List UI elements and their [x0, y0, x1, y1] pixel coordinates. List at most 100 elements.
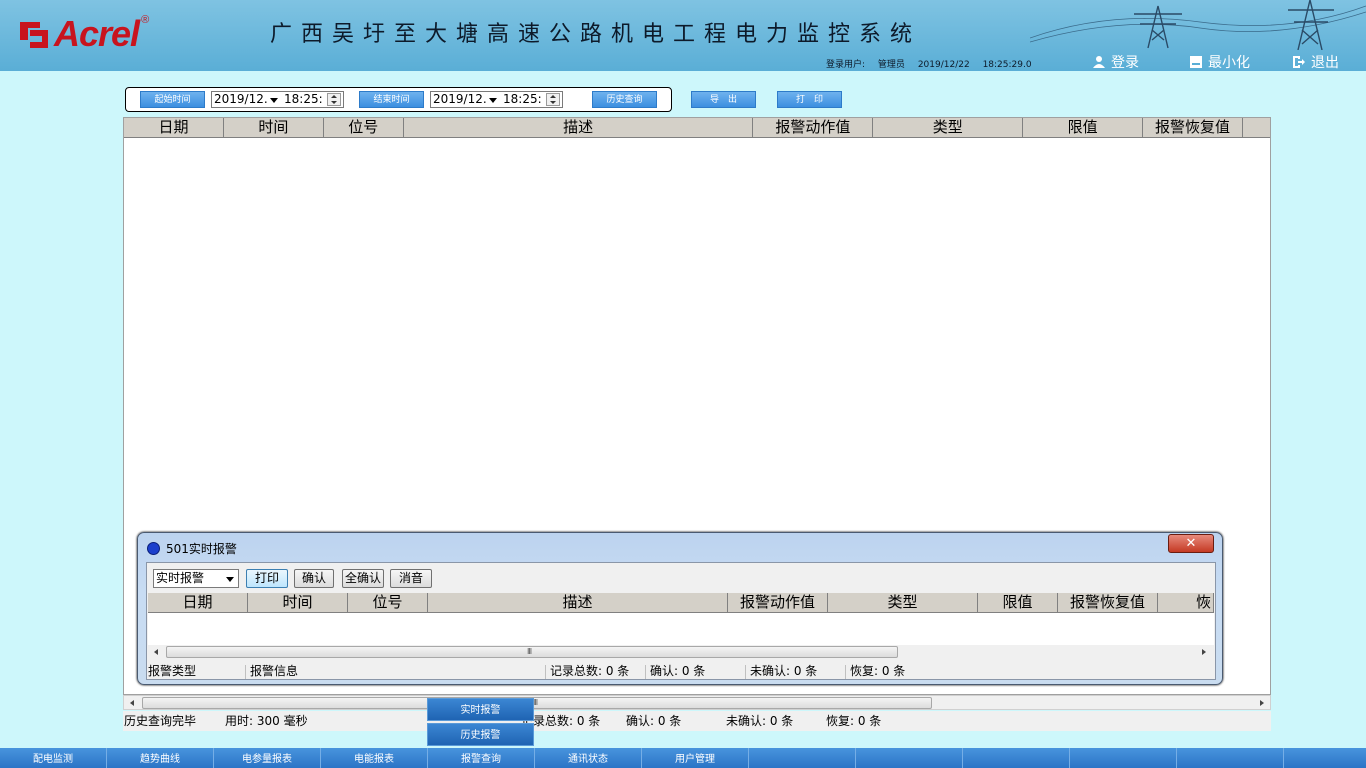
login-label: 登录: [1111, 55, 1139, 71]
column-header-date[interactable]: 日期: [124, 118, 224, 138]
status-recovered: 恢复: 0 条: [826, 714, 882, 728]
alarm-info-label: 报警信息: [250, 664, 299, 678]
start-datetime-picker[interactable]: 2019/12. 18:25:: [211, 91, 344, 108]
alarm-window-icon: [147, 542, 160, 555]
column-header-recovery-value[interactable]: 报警恢复值: [1143, 118, 1243, 138]
exit-button[interactable]: 退出: [1292, 52, 1339, 72]
minimize-button[interactable]: 最小化: [1189, 52, 1250, 72]
nav-item-energy-report[interactable]: 电能报表: [321, 748, 428, 768]
power-tower-icon: [1030, 0, 1366, 50]
popup-print-button[interactable]: 打印: [246, 569, 288, 588]
confirm-button[interactable]: 确认: [294, 569, 334, 588]
time-spinner-icon[interactable]: [327, 93, 341, 106]
column-header-description[interactable]: 描述: [428, 593, 728, 613]
export-button[interactable]: 导 出: [691, 91, 756, 108]
start-date-value: 2019/12.: [214, 92, 268, 106]
popup-table-header: 日期 时间 位号 描述 报警动作值 类型 限值 报警恢复值 恢: [148, 593, 1214, 613]
nav-item-comm-status[interactable]: 通讯状态: [535, 748, 642, 768]
end-time-value: 18:25:: [503, 92, 542, 106]
system-title: 广西吴圩至大塘高速公路机电工程电力监控系统: [270, 22, 922, 47]
scrollbar-thumb[interactable]: III: [166, 646, 898, 658]
login-button[interactable]: 登录: [1092, 52, 1139, 72]
chevron-down-icon[interactable]: [270, 98, 278, 103]
scrollbar-thumb[interactable]: III: [142, 697, 932, 709]
column-header-type[interactable]: 类型: [873, 118, 1024, 138]
nav-item-alarm-query[interactable]: 报警查询: [428, 748, 535, 768]
submenu-realtime-alarm[interactable]: 实时报警: [427, 698, 534, 721]
confirm-all-button[interactable]: 全确认: [342, 569, 384, 588]
nav-item-trend-curve[interactable]: 趋势曲线: [107, 748, 214, 768]
column-header-time[interactable]: 时间: [248, 593, 348, 613]
login-info: 登录用户: 管理员 2019/12/22 18:25:29.0: [826, 57, 1042, 70]
column-header-recovery-time[interactable]: 恢: [1158, 593, 1214, 613]
nav-item-distribution-monitor[interactable]: 配电监测: [0, 748, 107, 768]
submenu-history-alarm[interactable]: 历史报警: [427, 723, 534, 746]
start-time-value: 18:25:: [284, 92, 323, 106]
status-message: 历史查询完毕: [124, 714, 197, 728]
main-horizontal-scrollbar[interactable]: III: [123, 695, 1271, 710]
current-time: 18:25:29.0: [982, 60, 1032, 70]
bottom-navigation: 配电监测 趋势曲线 电参量报表 电能报表 报警查询 通讯状态 用户管理: [0, 748, 1366, 768]
nav-item-empty[interactable]: [1070, 748, 1177, 768]
column-header-description[interactable]: 描述: [403, 118, 754, 138]
history-query-button[interactable]: 历史查询: [592, 91, 657, 108]
end-date-value: 2019/12.: [433, 92, 487, 106]
chevron-down-icon[interactable]: [489, 98, 497, 103]
column-header-alarm-value[interactable]: 报警动作值: [753, 118, 874, 138]
end-datetime-picker[interactable]: 2019/12. 18:25:: [430, 91, 563, 108]
popup-status-bar: 报警类型 报警信息 记录总数: 0 条 确认: 0 条 未确认: 0 条 恢复:…: [148, 663, 1214, 679]
status-elapsed: 用时: 300 毫秒: [225, 714, 308, 728]
scroll-right-icon[interactable]: [1202, 649, 1206, 655]
alarm-mode-select[interactable]: 实时报警: [153, 569, 239, 588]
nav-item-empty[interactable]: [1177, 748, 1284, 768]
exit-label: 退出: [1311, 55, 1339, 71]
user-name: 管理员: [877, 60, 905, 70]
grip-icon: III: [527, 647, 532, 656]
window-title: 501实时报警: [166, 542, 237, 556]
user-icon: [1093, 56, 1105, 68]
print-button[interactable]: 打 印: [777, 91, 842, 108]
column-header-date[interactable]: 日期: [148, 593, 248, 613]
column-header-type[interactable]: 类型: [828, 593, 978, 613]
scroll-right-icon[interactable]: [1260, 700, 1264, 706]
alarm-window-body: 实时报警 打印 确认 全确认 消音 日期 时间 位号 描述 报警动作值 类型 限…: [146, 562, 1216, 680]
minimize-label: 最小化: [1208, 55, 1250, 71]
alarm-type-label: 报警类型: [148, 664, 197, 678]
scroll-left-icon[interactable]: [130, 700, 134, 706]
exit-icon: [1293, 56, 1305, 68]
column-header-time[interactable]: 时间: [223, 118, 324, 138]
time-spinner-icon[interactable]: [546, 93, 560, 106]
status-confirmed: 确认: 0 条: [626, 714, 682, 728]
end-time-button[interactable]: 结束时间: [359, 91, 424, 108]
mute-button[interactable]: 消音: [390, 569, 432, 588]
column-header-tag[interactable]: 位号: [348, 593, 428, 613]
acrel-logo: Acrel ®: [18, 12, 149, 56]
nav-item-empty[interactable]: [1284, 748, 1366, 768]
popup-status-unconfirmed: 未确认: 0 条: [750, 664, 818, 678]
nav-item-user-management[interactable]: 用户管理: [642, 748, 749, 768]
column-header-recovery-value[interactable]: 报警恢复值: [1058, 593, 1158, 613]
logo-registered-mark: ®: [141, 14, 150, 26]
nav-item-empty[interactable]: [856, 748, 963, 768]
acrel-logo-icon: [20, 22, 48, 48]
app-header: Acrel ® 广西吴圩至大塘高速公路机电工程电力监控系统 登录用户: 管理员 …: [0, 0, 1366, 71]
scroll-left-icon[interactable]: [154, 649, 158, 655]
nav-item-empty[interactable]: [749, 748, 856, 768]
popup-status-recovered: 恢复: 0 条: [850, 664, 906, 678]
column-header-tag[interactable]: 位号: [323, 118, 404, 138]
minimize-icon: [1190, 56, 1202, 68]
realtime-alarm-window[interactable]: 501实时报警 ✕ 实时报警 打印 确认 全确认 消音 日期 时间 位号 描述 …: [137, 532, 1223, 685]
start-time-button[interactable]: 起始时间: [140, 91, 205, 108]
column-header-alarm-value[interactable]: 报警动作值: [728, 593, 828, 613]
column-header-limit[interactable]: 限值: [1023, 118, 1144, 138]
nav-item-empty[interactable]: [963, 748, 1070, 768]
main-status-bar: 历史查询完毕 用时: 300 毫秒 记录总数: 0 条 确认: 0 条 未确认:…: [123, 711, 1271, 731]
popup-status-confirmed: 确认: 0 条: [650, 664, 706, 678]
column-header-filler: [1243, 118, 1270, 138]
column-header-limit[interactable]: 限值: [978, 593, 1058, 613]
popup-horizontal-scrollbar[interactable]: III: [148, 645, 1214, 660]
realtime-alarm-table: 日期 时间 位号 描述 报警动作值 类型 限值 报警恢复值 恢: [148, 593, 1214, 649]
status-unconfirmed: 未确认: 0 条: [726, 714, 794, 728]
close-button[interactable]: ✕: [1168, 534, 1214, 553]
nav-item-parameter-report[interactable]: 电参量报表: [214, 748, 321, 768]
